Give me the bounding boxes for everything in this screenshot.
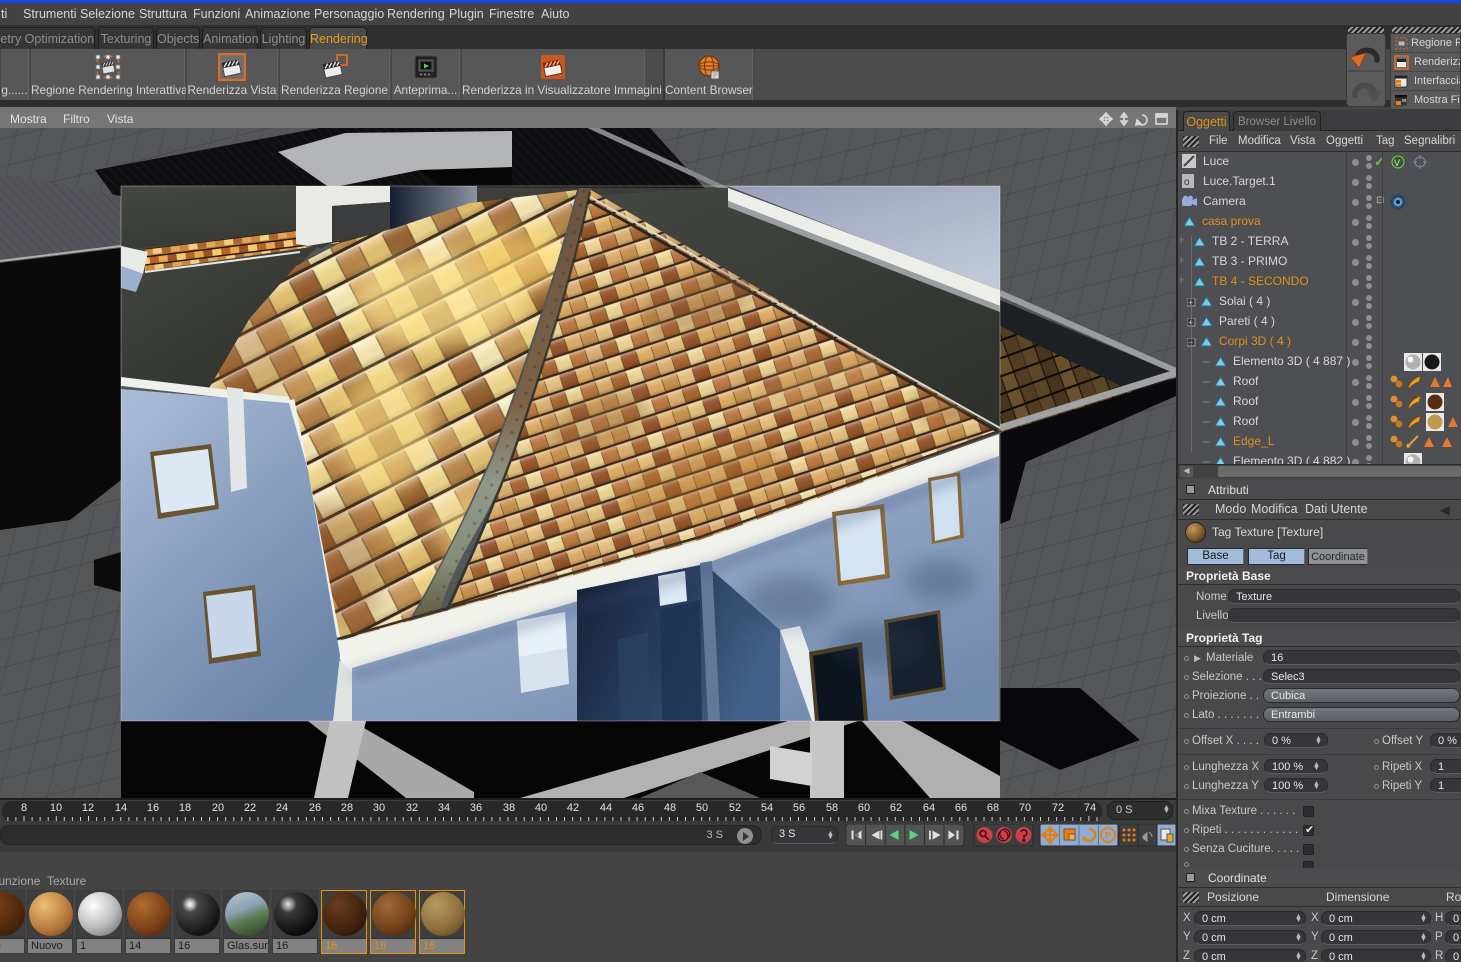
svg-text:40: 40 (535, 802, 547, 814)
svg-text:20: 20 (212, 802, 224, 814)
svg-text:18: 18 (179, 802, 191, 814)
svg-text:66: 66 (955, 802, 967, 814)
svg-text:14: 14 (115, 802, 127, 814)
svg-text:64: 64 (923, 802, 935, 814)
svg-text:P: P (1105, 831, 1111, 841)
svg-text:28: 28 (341, 802, 353, 814)
svg-text:30: 30 (373, 802, 385, 814)
svg-text:68: 68 (987, 802, 999, 814)
svg-text:V: V (1394, 158, 1400, 168)
svg-text:36: 36 (470, 802, 482, 814)
svg-text:8: 8 (21, 802, 27, 814)
svg-text:46: 46 (632, 802, 644, 814)
svg-text:72: 72 (1052, 802, 1064, 814)
svg-text:10: 10 (50, 802, 62, 814)
svg-text:22: 22 (244, 802, 256, 814)
svg-text:54: 54 (761, 802, 773, 814)
svg-text:74: 74 (1084, 802, 1096, 814)
svg-text:44: 44 (600, 802, 612, 814)
svg-text:32: 32 (406, 802, 418, 814)
svg-text:34: 34 (438, 802, 450, 814)
svg-text:62: 62 (890, 802, 902, 814)
svg-text:58: 58 (826, 802, 838, 814)
svg-text:48: 48 (664, 802, 676, 814)
svg-text:52: 52 (729, 802, 741, 814)
svg-text:42: 42 (567, 802, 579, 814)
svg-text:56: 56 (793, 802, 805, 814)
svg-text:o: o (1184, 177, 1190, 188)
svg-text:12: 12 (82, 802, 94, 814)
svg-text:60: 60 (858, 802, 870, 814)
svg-text:26: 26 (309, 802, 321, 814)
svg-text:70: 70 (1019, 802, 1031, 814)
svg-text:50: 50 (696, 802, 708, 814)
svg-text:16: 16 (147, 802, 159, 814)
svg-text:24: 24 (276, 802, 288, 814)
svg-text:38: 38 (503, 802, 515, 814)
